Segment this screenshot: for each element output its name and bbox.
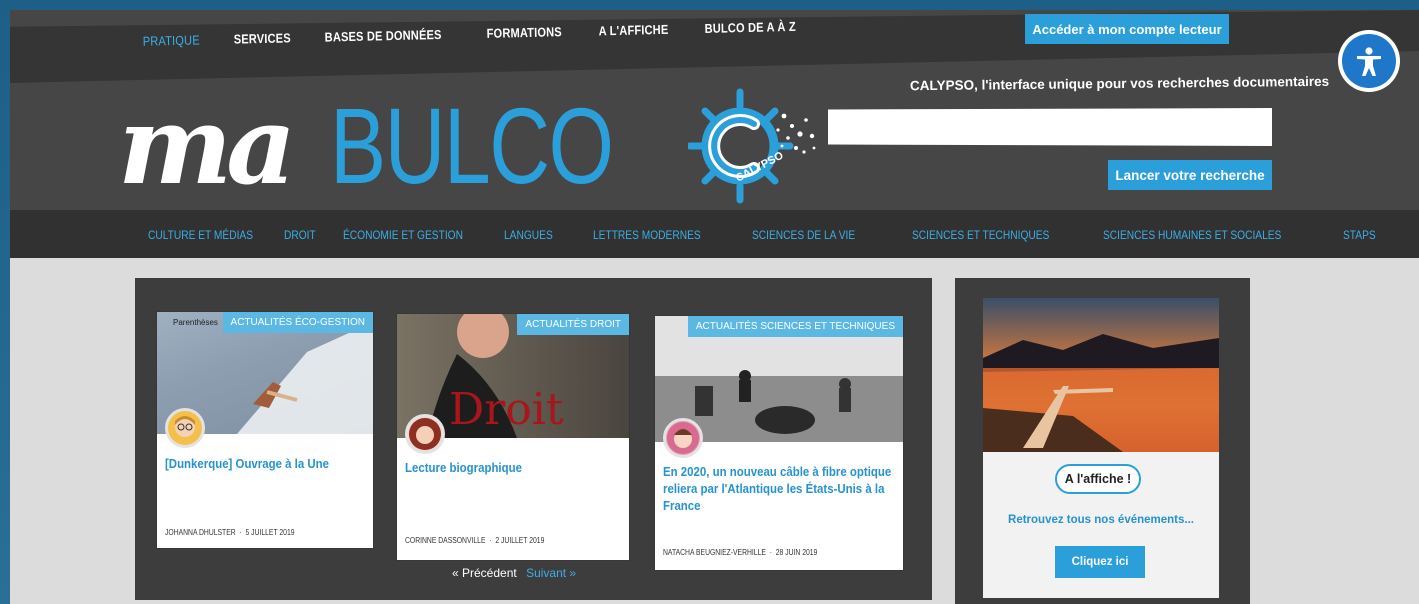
news-card-title[interactable]: [Dunkerque] Ouvrage à la Une bbox=[165, 456, 367, 473]
category-nav: CULTURE ET MÉDIAS DROIT ÉCONOMIE ET GEST… bbox=[148, 228, 1381, 242]
category-droit[interactable]: DROIT bbox=[284, 228, 316, 242]
news-card-meta: NATACHA BEUGNIEZ-VERHILLE · 28 JUIN 2019 bbox=[663, 548, 817, 557]
news-card-meta: JOHANNA DHULSTER · 5 JUILLET 2019 bbox=[165, 528, 295, 537]
news-card-title[interactable]: En 2020, un nouveau câble à fibre optiqu… bbox=[663, 464, 894, 515]
category-badge[interactable]: ACTUALITÉS SCIENCES ET TECHNIQUES bbox=[687, 316, 903, 337]
accessibility-icon bbox=[1342, 34, 1396, 88]
image-overlay-text: Droit bbox=[449, 384, 564, 435]
post-date: 2 JUILLET 2019 bbox=[495, 536, 545, 545]
author-avatar bbox=[405, 414, 445, 454]
category-badge[interactable]: ACTUALITÉS ÉCO-GESTION bbox=[222, 312, 373, 333]
category-sciences-humaines[interactable]: SCIENCES HUMAINES ET SOCIALES bbox=[1103, 228, 1281, 242]
next-link[interactable]: Suivant » bbox=[526, 566, 576, 580]
category-lettres-modernes[interactable]: LETTRES MODERNES bbox=[593, 228, 701, 242]
events-image bbox=[983, 298, 1219, 452]
search-button[interactable]: Lancer votre recherche bbox=[1108, 160, 1272, 190]
events-link-text[interactable]: Retrouvez tous nos événements... bbox=[983, 514, 1219, 526]
pagination: « Précédent Suivant » bbox=[452, 566, 576, 580]
author-name: NATACHA BEUGNIEZ-VERHILLE bbox=[663, 548, 766, 557]
news-card-1[interactable]: Parenthèses ACTUALITÉS ÉCO-GESTION [Dunk… bbox=[157, 312, 373, 548]
logo-bulco[interactable]: BULCO bbox=[330, 92, 614, 200]
search-input[interactable] bbox=[828, 108, 1272, 146]
meta-separator: · bbox=[769, 548, 772, 557]
topnav-item-formations[interactable]: FORMATIONS bbox=[474, 24, 575, 41]
prev-link[interactable]: « Précédent bbox=[452, 566, 517, 580]
category-badge[interactable]: ACTUALITÉS DROIT bbox=[517, 314, 629, 335]
meta-separator: · bbox=[489, 536, 492, 545]
logo-ma[interactable]: ma bbox=[118, 92, 296, 200]
category-sciences-techniques[interactable]: SCIENCES ET TECHNIQUES bbox=[912, 228, 1049, 242]
calypso-logo[interactable]: CALYPSO bbox=[686, 86, 828, 206]
author-name: CORINNE DASSONVILLE bbox=[405, 536, 486, 545]
click-here-button[interactable]: Cliquez ici bbox=[1055, 546, 1145, 578]
accessibility-button[interactable] bbox=[1338, 30, 1400, 92]
category-sciences-vie[interactable]: SCIENCES DE LA VIE bbox=[752, 228, 855, 242]
affiche-title-pill: A l'affiche ! bbox=[1055, 464, 1141, 494]
category-economie-gestion[interactable]: ÉCONOMIE ET GESTION bbox=[343, 228, 463, 242]
author-avatar bbox=[663, 418, 703, 458]
news-card-meta: CORINNE DASSONVILLE · 2 JUILLET 2019 bbox=[405, 536, 544, 545]
news-card-2[interactable]: Droit ACTUALITÉS DROIT Lecture biographi… bbox=[397, 314, 629, 560]
topnav-item-services[interactable]: SERVICES bbox=[221, 30, 304, 47]
events-card: A l'affiche ! Retrouvez tous nos événeme… bbox=[983, 298, 1219, 598]
category-langues[interactable]: LANGUES bbox=[504, 228, 553, 242]
topnav-item-affiche[interactable]: A L'AFFICHE bbox=[586, 21, 682, 39]
post-date: 5 JUILLET 2019 bbox=[245, 528, 295, 537]
image-caption: Parenthèses bbox=[173, 318, 218, 327]
author-name: JOHANNA DHULSTER bbox=[165, 528, 236, 537]
author-avatar bbox=[165, 408, 205, 448]
news-card-title[interactable]: Lecture biographique bbox=[405, 460, 616, 477]
meta-separator: · bbox=[239, 528, 242, 537]
topnav-item-pratique[interactable]: PRATIQUE bbox=[130, 32, 213, 49]
category-culture-medias[interactable]: CULTURE ET MÉDIAS bbox=[148, 228, 253, 242]
topnav-item-bulco-az[interactable]: BULCO DE A À Z bbox=[692, 19, 809, 37]
category-staps[interactable]: STAPS bbox=[1343, 228, 1376, 242]
news-card-3[interactable]: ACTUALITÉS SCIENCES ET TECHNIQUES En 202… bbox=[655, 316, 903, 570]
account-button[interactable]: Accéder à mon compte lecteur bbox=[1025, 14, 1229, 44]
post-date: 28 JUIN 2019 bbox=[775, 548, 818, 557]
